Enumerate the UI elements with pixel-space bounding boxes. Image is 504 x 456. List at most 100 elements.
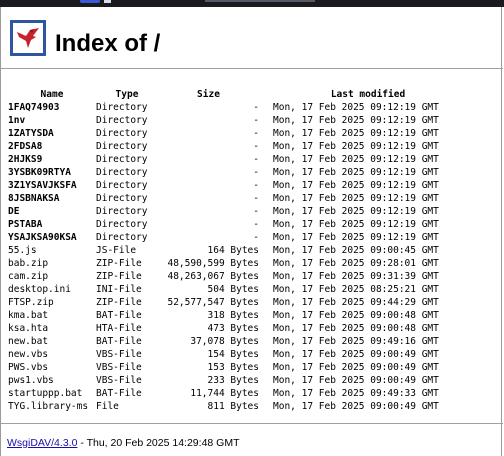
file-size: 811 Bytes [207,401,259,412]
tab-indicator-secondary[interactable] [104,0,111,3]
file-name[interactable]: bab.zip [6,257,96,270]
column-header-modified[interactable]: Last modified [273,88,463,101]
file-size: - [253,219,259,230]
file-name[interactable]: startuppp.bat [6,387,96,400]
file-size: - [253,180,259,191]
file-modified: Mon, 17 Feb 2025 09:31:39 GMT [273,271,439,282]
divider-bottom [1,423,503,424]
table-row[interactable]: desktop.ini INI-File 504 Bytes Mon, 17 Feb … [6,283,463,296]
file-size: 11,744 Bytes [190,388,259,399]
file-size: - [253,193,259,204]
file-size: 153 Bytes [207,362,259,373]
file-name[interactable]: TYG.library-ms [6,400,96,413]
column-spacer [259,205,273,218]
file-name[interactable]: FTSP.zip [6,296,96,309]
table-row[interactable]: 2HJKS9 Directory - Mon, 17 Feb 2025 09:12:1… [6,153,463,166]
file-name[interactable]: YSAJKSA90KSA [6,231,96,244]
table-row[interactable]: TYG.library-ms File 811 Bytes Mon, 17 Feb 2… [6,400,463,413]
file-name[interactable]: 3Z1YSAVJKSFA [6,179,96,192]
table-row[interactable]: new.bat BAT-File 37,078 Bytes Mon, 17 Feb 2… [6,335,463,348]
file-size: - [253,206,259,217]
divider-top [1,68,503,69]
column-spacer [259,244,273,257]
table-row[interactable]: DE Directory - Mon, 17 Feb 2025 09:12:19 GM… [6,205,463,218]
file-name[interactable]: new.vbs [6,348,96,361]
table-row[interactable]: FTSP.zip ZIP-File 52,577,547 Bytes Mon, 17 … [6,296,463,309]
file-name[interactable]: new.bat [6,335,96,348]
file-size: - [253,115,259,126]
column-spacer [259,309,273,322]
column-spacer [259,101,273,114]
column-spacer [259,231,273,244]
table-row[interactable]: new.vbs VBS-File 154 Bytes Mon, 17 Feb 2025… [6,348,463,361]
file-size: 318 Bytes [207,310,259,321]
file-name[interactable]: pws1.vbs [6,374,96,387]
file-name[interactable]: cam.zip [6,270,96,283]
file-modified: Mon, 17 Feb 2025 09:49:16 GMT [273,336,439,347]
table-row[interactable]: pws1.vbs VBS-File 233 Bytes Mon, 17 Feb 202… [6,374,463,387]
column-spacer [259,387,273,400]
file-modified: Mon, 17 Feb 2025 09:44:29 GMT [273,297,439,308]
column-header-size[interactable]: Size [158,88,259,101]
file-name[interactable]: 1nv [6,114,96,127]
file-name[interactable]: 2FDSA8 [6,140,96,153]
file-type: Directory [96,193,148,204]
table-row[interactable]: 1FAQ74903 Directory - Mon, 17 Feb 2025 09:1… [6,101,463,114]
file-name[interactable]: desktop.ini [6,283,96,296]
file-size: - [253,128,259,139]
table-row[interactable]: bab.zip ZIP-File 48,590,599 Bytes Mon, 17 F… [6,257,463,270]
file-modified: Mon, 17 Feb 2025 09:12:19 GMT [273,206,439,217]
table-row[interactable]: 8JSBNAKSA Directory - Mon, 17 Feb 2025 09:1… [6,192,463,205]
file-size: 52,577,547 Bytes [167,297,259,308]
file-modified: Mon, 17 Feb 2025 09:12:19 GMT [273,115,439,126]
file-name[interactable]: 1FAQ74903 [6,101,96,114]
table-row[interactable]: 3Z1YSAVJKSFA Directory - Mon, 17 Feb 2025 0… [6,179,463,192]
column-header-type[interactable]: Type [96,88,158,101]
file-name[interactable]: kma.bat [6,309,96,322]
table-row[interactable]: 3YSBK09RTYA Directory - Mon, 17 Feb 2025 09… [6,166,463,179]
file-name[interactable]: 55.js [6,244,96,257]
browser-top-strip [0,0,504,7]
file-modified: Mon, 17 Feb 2025 09:49:33 GMT [273,388,439,399]
tab-indicator[interactable] [80,0,100,3]
file-modified: Mon, 17 Feb 2025 09:12:19 GMT [273,232,439,243]
column-spacer [259,179,273,192]
column-header-name[interactable]: Name [6,88,96,101]
file-name[interactable]: ksa.hta [6,322,96,335]
column-spacer [259,335,273,348]
file-size: - [253,232,259,243]
table-row[interactable]: YSAJKSA90KSA Directory - Mon, 17 Feb 2025 0… [6,231,463,244]
file-name[interactable]: DE [6,205,96,218]
file-modified: Mon, 17 Feb 2025 09:12:19 GMT [273,141,439,152]
column-spacer [259,257,273,270]
table-row[interactable]: 1nv Directory - Mon, 17 Feb 2025 09:12:19 G… [6,114,463,127]
file-size: 504 Bytes [207,284,259,295]
file-modified: Mon, 17 Feb 2025 08:25:21 GMT [273,284,439,295]
file-name[interactable]: 3YSBK09RTYA [6,166,96,179]
file-name[interactable]: PSTABA [6,218,96,231]
server-version-link[interactable]: WsgiDAV/4.3.0 [7,437,77,449]
table-row[interactable]: PWS.vbs VBS-File 153 Bytes Mon, 17 Feb 2025… [6,361,463,374]
table-row[interactable]: PSTABA Directory - Mon, 17 Feb 2025 09:12:1… [6,218,463,231]
file-type: BAT-File [96,388,142,399]
table-row[interactable]: 2FDSA8 Directory - Mon, 17 Feb 2025 09:12:1… [6,140,463,153]
file-name[interactable]: 2HJKS9 [6,153,96,166]
file-type: Directory [96,141,148,152]
file-size: 154 Bytes [207,349,259,360]
file-name[interactable]: PWS.vbs [6,361,96,374]
table-row[interactable]: 55.js JS-File 164 Bytes Mon, 17 Feb 2025 09… [6,244,463,257]
file-name[interactable]: 1ZATYSDA [6,127,96,140]
column-spacer [259,361,273,374]
file-size: - [253,141,259,152]
column-spacer [259,218,273,231]
file-name[interactable]: 8JSBNAKSA [6,192,96,205]
file-modified: Mon, 17 Feb 2025 09:00:48 GMT [273,323,439,334]
table-row[interactable]: cam.zip ZIP-File 48,263,067 Bytes Mon, 17 F… [6,270,463,283]
table-row[interactable]: startuppp.bat BAT-File 11,744 Bytes Mon, 17… [6,387,463,400]
table-row[interactable]: kma.bat BAT-File 318 Bytes Mon, 17 Feb 2025… [6,309,463,322]
file-type: Directory [96,102,148,113]
table-row[interactable]: 1ZATYSDA Directory - Mon, 17 Feb 2025 09:12… [6,127,463,140]
wsgidav-bird-logo-icon [10,20,46,56]
file-size: 48,590,599 Bytes [167,258,259,269]
table-row[interactable]: ksa.hta HTA-File 473 Bytes Mon, 17 Feb 2025… [6,322,463,335]
